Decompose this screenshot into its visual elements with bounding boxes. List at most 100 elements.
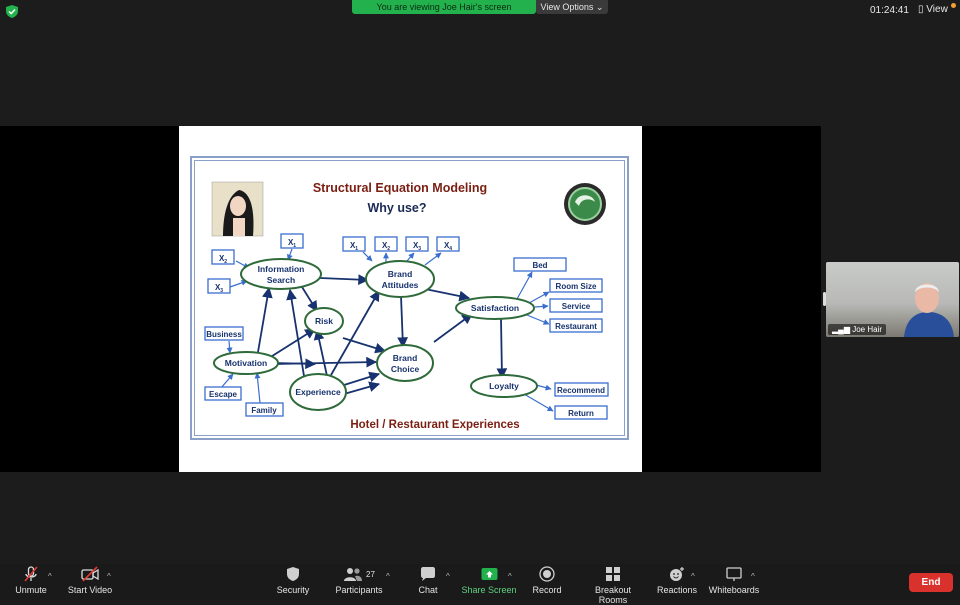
share-options-caret[interactable]: ^: [508, 572, 512, 581]
chat-label: Chat: [418, 585, 438, 595]
svg-text:Business: Business: [206, 330, 242, 339]
construct-brand-attitudes: Brand Attitudes: [365, 260, 435, 298]
participant-avatar: [904, 283, 954, 337]
whiteboard-icon: [726, 567, 742, 581]
participants-count: 27: [366, 569, 375, 579]
reactions-label: Reactions: [656, 585, 698, 595]
indicator-service: Service: [549, 298, 603, 313]
indicator-x4-brand: X4: [436, 236, 460, 252]
construct-experience: Experience: [289, 373, 347, 411]
whiteboards-label: Whiteboards: [708, 585, 760, 595]
construct-loyalty: Loyalty: [470, 374, 538, 398]
video-options-caret[interactable]: ^: [107, 572, 111, 581]
record-icon: [539, 566, 555, 582]
share-screen-label: Share Screen: [461, 585, 517, 595]
audio-options-caret[interactable]: ^: [48, 572, 52, 581]
reaction-emoji-icon: [670, 567, 684, 581]
svg-text:Search: Search: [267, 275, 295, 285]
indicator-x3-brand: X3: [405, 236, 429, 252]
svg-text:Recommend: Recommend: [557, 386, 605, 395]
svg-text:Motivation: Motivation: [225, 358, 268, 368]
participants-icon-group: 27: [334, 566, 384, 582]
logo-emblem: [564, 183, 606, 225]
breakout-rooms-label: Breakout Rooms: [594, 585, 632, 605]
indicator-escape: Escape: [204, 386, 242, 401]
shared-screen: Structural Equation Modeling Why use? Ho…: [0, 126, 821, 472]
svg-text:Room Size: Room Size: [556, 282, 597, 291]
svg-text:Experience: Experience: [295, 387, 341, 397]
portrait-image: [211, 181, 264, 237]
record-button[interactable]: Record: [530, 566, 564, 595]
svg-text:Loyalty: Loyalty: [489, 381, 519, 391]
unmute-button[interactable]: Unmute: [12, 566, 50, 595]
svg-text:Risk: Risk: [315, 316, 333, 326]
sem-diagram: Structural Equation Modeling Why use? Ho…: [204, 181, 609, 431]
svg-text:Bed: Bed: [532, 261, 547, 270]
chat-options-caret[interactable]: ^: [446, 572, 450, 581]
shield-icon: [287, 567, 299, 581]
indicator-business: Business: [204, 326, 244, 341]
breakout-rooms-button[interactable]: Breakout Rooms: [580, 566, 646, 605]
participant-name: Joe Hair: [852, 325, 883, 334]
svg-text:Satisfaction: Satisfaction: [471, 303, 519, 313]
notification-dot: [951, 3, 956, 8]
microphone-muted-icon: [24, 566, 38, 582]
indicator-x3-info: X3: [207, 278, 231, 294]
indicator-recommend: Recommend: [554, 382, 609, 397]
security-button[interactable]: Security: [274, 566, 312, 595]
indicator-bed: Bed: [513, 257, 567, 272]
participant-video-tile[interactable]: ▂▄▆ Joe Hair: [826, 262, 959, 337]
participants-button[interactable]: 27 Participants: [334, 566, 384, 595]
construct-satisfaction: Satisfaction: [455, 296, 535, 320]
svg-text:Information: Information: [258, 264, 305, 274]
security-label: Security: [276, 585, 310, 595]
signal-bars-icon: ▂▄▆: [832, 325, 850, 334]
meeting-toolbar: Unmute ^ Start Video ^ Security 27 Parti…: [0, 564, 960, 605]
svg-text:Choice: Choice: [391, 364, 420, 374]
chat-button[interactable]: Chat: [414, 566, 442, 595]
breakout-rooms-icon: [606, 567, 620, 581]
slide-footer: Hotel / Restaurant Experiences: [350, 419, 519, 431]
construct-motivation: Motivation: [213, 351, 279, 375]
top-bar: You are viewing Joe Hair's screen View O…: [0, 0, 960, 24]
video-camera-off-icon: [81, 566, 99, 582]
participants-options-caret[interactable]: ^: [386, 572, 390, 581]
viewing-banner: You are viewing Joe Hair's screen: [352, 0, 536, 14]
start-video-label: Start Video: [67, 585, 113, 595]
whiteboards-options-caret[interactable]: ^: [751, 572, 755, 581]
indicator-return: Return: [554, 405, 608, 420]
participant-name-tag: ▂▄▆ Joe Hair: [828, 324, 887, 335]
meeting-timer: 01:24:41: [870, 5, 909, 16]
svg-text:Restaurant: Restaurant: [555, 322, 597, 331]
construct-risk: Risk: [304, 307, 344, 335]
grid-view-icon: ▯: [918, 4, 924, 15]
svg-text:Attitudes: Attitudes: [382, 280, 419, 290]
view-label: View: [926, 4, 948, 15]
people-icon: [344, 568, 363, 581]
svg-text:Brand: Brand: [393, 353, 418, 363]
slide-subtitle: Why use?: [367, 201, 426, 215]
share-screen-icon: [481, 568, 497, 580]
svg-text:Family: Family: [251, 406, 277, 415]
svg-text:Brand: Brand: [388, 269, 413, 279]
indicator-x2-info: X2: [211, 249, 235, 265]
end-meeting-button[interactable]: End: [909, 573, 953, 592]
unmute-label: Unmute: [15, 585, 47, 595]
presentation-slide: Structural Equation Modeling Why use? Ho…: [179, 126, 642, 472]
slide-title: Structural Equation Modeling: [313, 181, 487, 195]
construct-brand-choice: Brand Choice: [376, 344, 434, 382]
indicator-room-size: Room Size: [549, 278, 603, 293]
view-button[interactable]: ▯ View: [918, 4, 948, 15]
construct-information-search: Information Search: [240, 258, 322, 290]
chevron-down-icon: ⌄: [595, 2, 604, 12]
svg-text:Return: Return: [568, 409, 594, 418]
svg-text:Service: Service: [562, 302, 591, 311]
indicator-x2-brand: X2: [374, 236, 398, 252]
record-label: Record: [532, 585, 562, 595]
indicator-restaurant: Restaurant: [549, 318, 603, 333]
indicator-x1-brand: X1: [342, 236, 366, 252]
reactions-options-caret[interactable]: ^: [691, 572, 695, 581]
indicator-family: Family: [245, 402, 284, 417]
view-options-button[interactable]: View Options ⌄: [536, 0, 608, 14]
encryption-shield-icon[interactable]: [6, 5, 18, 18]
